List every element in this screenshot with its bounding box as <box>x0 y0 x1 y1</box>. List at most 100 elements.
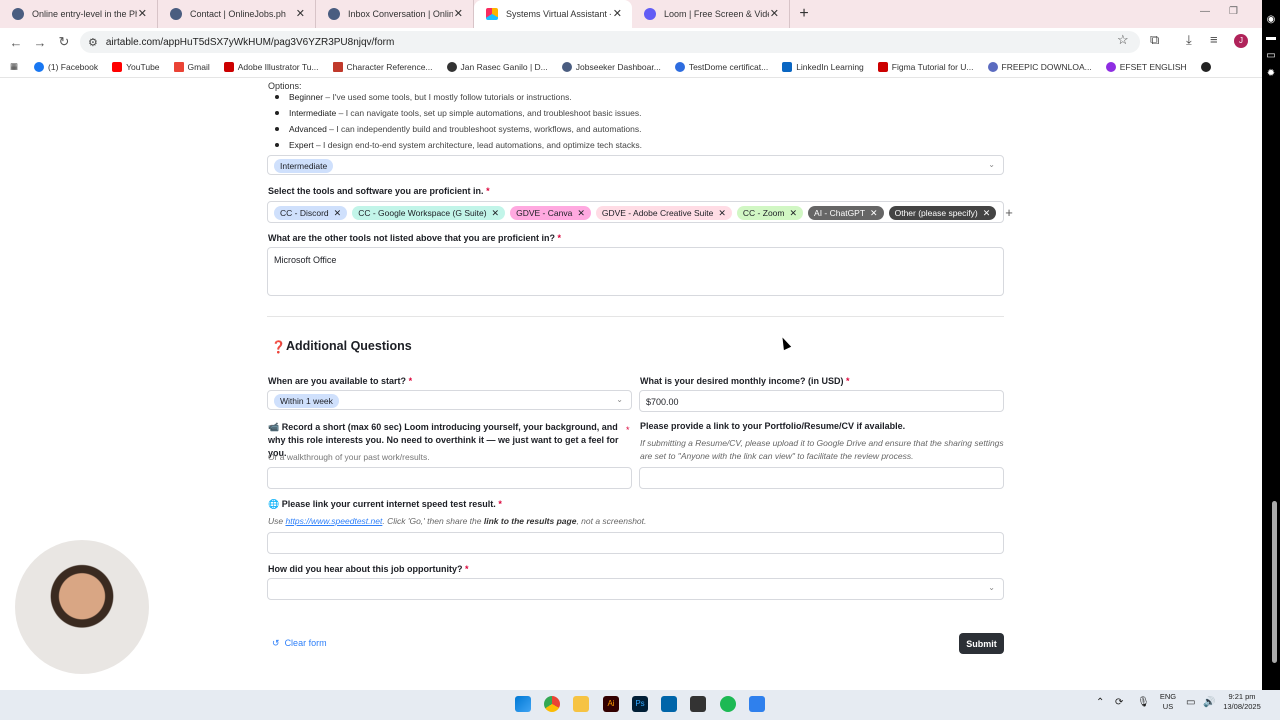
income-input[interactable]: $700.00 <box>639 390 1004 412</box>
document-icon <box>332 61 343 72</box>
network-icon[interactable]: ▭ <box>1186 698 1195 708</box>
bookmark-gmail[interactable]: Gmail <box>173 61 210 72</box>
bookmark-freepic[interactable]: FREEPIC DOWNLOA... <box>987 61 1092 72</box>
tab-title: Contact | OnlineJobs.ph <box>190 9 286 19</box>
bookmark-figma[interactable]: Figma Tutorial for U... <box>877 61 974 72</box>
tab-onlinejobs-contact[interactable]: Contact | OnlineJobs.ph ✕ <box>158 0 316 28</box>
remove-icon[interactable]: ✕ <box>789 208 797 219</box>
level-select[interactable]: Intermediate ⌄ <box>267 155 1004 175</box>
bookmark-jobseeker[interactable]: Jobseeker Dashboar... <box>561 61 661 72</box>
url-text: airtable.com/appHuT5dSX7yWkHUM/pag3V6YZR… <box>105 36 395 48</box>
speed-input[interactable] <box>267 532 1004 554</box>
bookmark-youtube[interactable]: YouTube <box>112 61 160 72</box>
remove-icon[interactable]: ✕ <box>870 208 878 219</box>
app-icon[interactable] <box>749 696 765 712</box>
other-tools-textarea[interactable]: Microsoft Office <box>267 247 1004 296</box>
spotify-icon[interactable] <box>720 696 736 712</box>
remove-icon[interactable]: ✕ <box>983 208 991 219</box>
bookmark-extra[interactable] <box>1200 61 1215 72</box>
start-select[interactable]: Within 1 week ⌄ <box>267 390 632 410</box>
income-question: What is your desired monthly income? (in… <box>640 376 850 386</box>
close-icon[interactable]: ✕ <box>770 7 779 20</box>
remove-icon[interactable]: ✕ <box>577 208 585 219</box>
chevron-down-icon: ⌄ <box>616 395 623 404</box>
site-info-icon[interactable]: ⚙ <box>88 36 98 49</box>
source-select[interactable]: ⌄ <box>267 578 1004 600</box>
profile-avatar[interactable]: J <box>1234 34 1248 48</box>
start-selected-pill: Within 1 week <box>274 394 339 408</box>
bookmark-character-reference[interactable]: Character Reference... <box>332 61 433 72</box>
gmail-icon <box>173 61 184 72</box>
download-icon[interactable]: ⤓ <box>1186 32 1192 48</box>
bookmark-adobe-illustrator[interactable]: Adobe Illustrator Tu... <box>223 61 319 72</box>
bookmark-label: YouTube <box>126 61 160 72</box>
clock[interactable]: 9:21 pm 13/08/2025 <box>1222 692 1262 712</box>
tab-loom[interactable]: Loom | Free Screen & Video Re ✕ <box>632 0 790 28</box>
address-bar[interactable]: ⚙ airtable.com/appHuT5dSX7yWkHUM/pag3V6Y… <box>80 31 1140 53</box>
form-page: Options: Beginner – I've used some tools… <box>0 79 1262 690</box>
bookmark-jan-rasec[interactable]: Jan Rasec Ganilo | D... <box>446 61 548 72</box>
clear-form-button[interactable]: ↺ Clear form <box>272 638 327 649</box>
file-explorer-icon[interactable] <box>573 696 589 712</box>
windows-start-icon[interactable] <box>515 696 531 712</box>
tab-airtable[interactable]: Systems Virtual Assistant - Airt ✕ <box>474 0 632 28</box>
browser-toolbar: ← → ↻ ⚙ airtable.com/appHuT5dSX7yWkHUM/p… <box>0 28 1262 56</box>
bookmark-star-icon[interactable]: ☆ <box>1117 32 1129 48</box>
illustrator-icon[interactable]: Ai <box>603 696 619 712</box>
portfolio-input[interactable] <box>639 467 1004 489</box>
facebook-icon <box>34 61 45 72</box>
remove-icon[interactable]: ✕ <box>334 208 342 219</box>
apps-grid-icon[interactable]: ▦ <box>10 61 18 72</box>
chevron-up-icon[interactable]: ⌃ <box>1096 698 1104 708</box>
add-icon[interactable]: + <box>1005 206 1013 219</box>
speedtest-link[interactable]: https://www.speedtest.net <box>285 516 382 526</box>
loom-help: Or a walkthrough of your past work/resul… <box>268 452 430 462</box>
speed-help: Use https://www.speedtest.net. Click 'Go… <box>268 516 647 526</box>
minimize-icon[interactable]: — <box>1200 6 1210 17</box>
globe-icon: 🌐 <box>268 499 280 509</box>
vscode-icon[interactable] <box>661 696 677 712</box>
camera-icon[interactable]: ◉ <box>1265 14 1277 26</box>
airtable-icon <box>486 8 498 20</box>
language-indicator[interactable]: ENG US <box>1158 692 1178 712</box>
microphone-icon[interactable]: 🎙 <box>1137 698 1150 708</box>
chat-icon[interactable]: ▬ <box>1265 32 1277 44</box>
tab-onlinejobs-1[interactable]: Online entry-level in the Philipp ✕ <box>0 0 158 28</box>
efset-icon <box>1105 61 1116 72</box>
bookmark-testdome[interactable]: TestDome certificat... <box>674 61 768 72</box>
submit-button[interactable]: Submit <box>959 633 1004 654</box>
pen-tool-icon[interactable] <box>690 696 706 712</box>
section-title: Additional Questions <box>286 339 412 353</box>
volume-icon[interactable]: 🔊 <box>1203 698 1215 708</box>
remove-icon[interactable]: ✕ <box>718 208 726 219</box>
sync-icon[interactable]: ⟳ <box>1115 698 1123 708</box>
settings-icon[interactable]: ✹ <box>1265 68 1277 80</box>
webcam-overlay <box>15 540 149 674</box>
page-scrollbar[interactable] <box>1272 501 1277 663</box>
close-icon[interactable]: ✕ <box>138 7 147 20</box>
bookmark-efset[interactable]: EFSET ENGLISH <box>1105 61 1187 72</box>
window-icon[interactable]: ▭ <box>1265 50 1277 62</box>
back-icon[interactable]: ← <box>4 35 28 50</box>
photoshop-icon[interactable]: Ps <box>632 696 648 712</box>
media-icon[interactable]: ≡ <box>1210 32 1218 47</box>
loom-input[interactable] <box>267 467 632 489</box>
forward-icon[interactable]: → <box>28 35 52 50</box>
remove-icon[interactable]: ✕ <box>492 208 500 219</box>
new-tab-button[interactable]: + <box>790 0 818 28</box>
chrome-icon[interactable] <box>544 696 560 712</box>
close-icon[interactable]: ✕ <box>613 7 622 20</box>
close-icon[interactable]: ✕ <box>454 7 463 20</box>
bookmark-label: Jan Rasec Ganilo | D... <box>460 61 548 72</box>
start-question: When are you available to start? * <box>268 376 413 386</box>
tab-inbox[interactable]: Inbox Conversation | OnlineJob ✕ <box>316 0 474 28</box>
bookmark-linkedin[interactable]: LinkedIn Learning <box>782 61 864 72</box>
tool-pill: GDVE - Canva ✕ <box>510 206 591 220</box>
extensions-icon[interactable]: ⧉ <box>1150 32 1159 48</box>
globe-icon <box>1200 61 1211 72</box>
reload-icon[interactable]: ↻ <box>52 34 76 50</box>
maximize-icon[interactable]: ❐ <box>1229 6 1238 17</box>
close-icon[interactable]: ✕ <box>296 7 305 20</box>
bookmark-facebook[interactable]: (1) Facebook <box>34 61 98 72</box>
tools-multiselect[interactable]: CC - Discord ✕ CC - Google Workspace (G S… <box>267 201 1013 223</box>
